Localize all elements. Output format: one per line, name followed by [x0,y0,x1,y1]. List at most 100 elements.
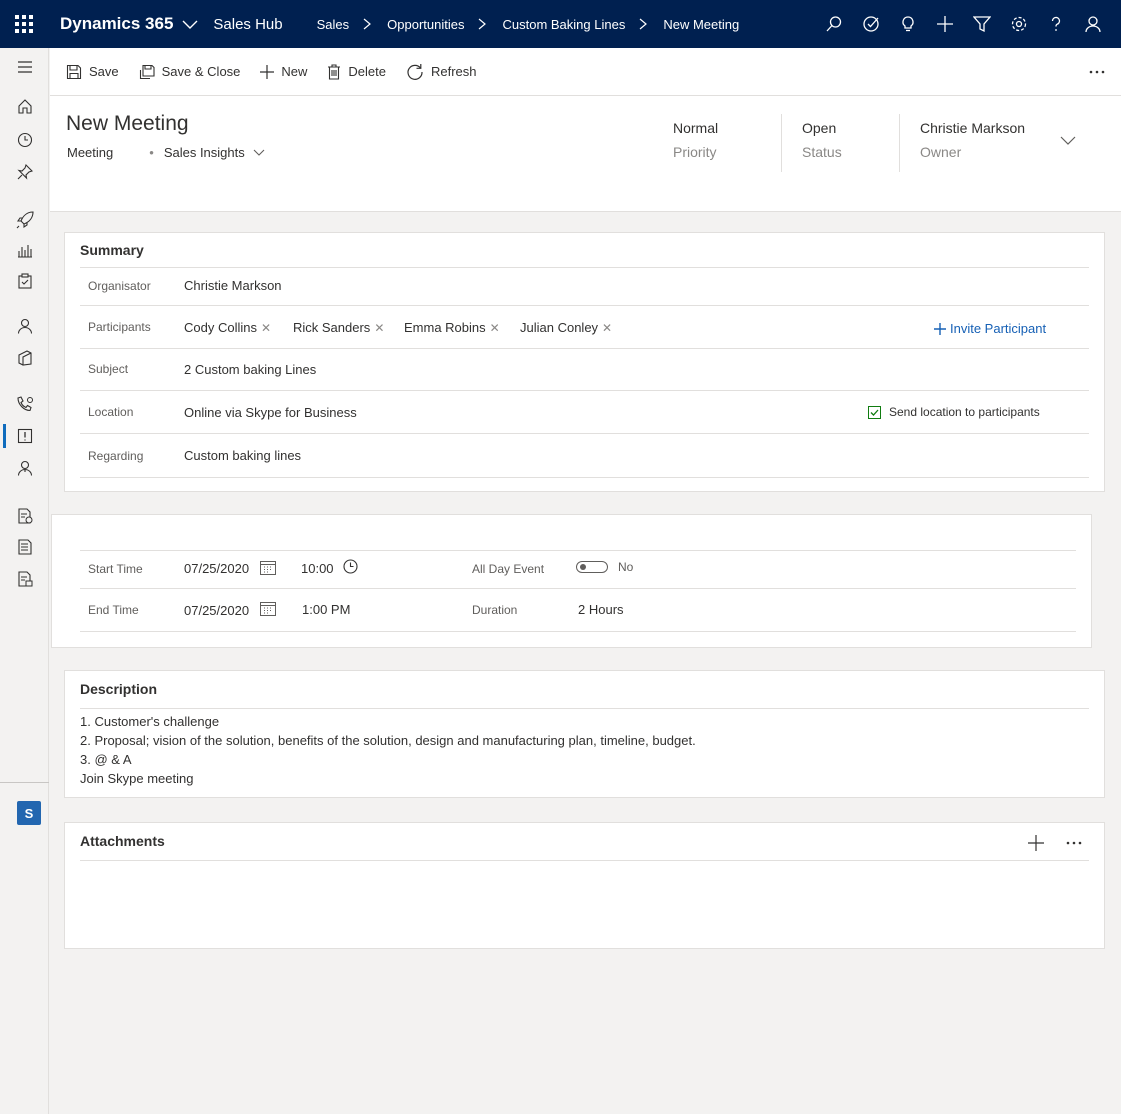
subject-value[interactable]: 2 Custom baking Lines [184,362,316,377]
delete-button[interactable]: Delete [327,63,386,80]
area-switcher[interactable]: S [17,801,41,825]
save-close-button[interactable]: Save & Close [139,64,241,80]
more-commands-icon[interactable] [1087,62,1107,82]
remove-icon[interactable]: ✕ [490,321,500,335]
invoice-icon[interactable] [0,564,49,594]
location-value[interactable]: Online via Skype for Business [184,405,357,420]
participant-chip[interactable]: Rick Sanders ✕ [293,320,384,335]
attachments-title: Attachments [80,833,165,849]
description-line: 2. Proposal; vision of the solution, ben… [80,733,696,748]
calendar-icon[interactable] [260,560,276,575]
help-icon[interactable] [1037,0,1074,48]
assistant-icon[interactable] [852,0,889,48]
chevron-down-icon[interactable] [1060,136,1076,146]
document-icon[interactable] [0,532,49,562]
owner-value[interactable]: Christie Markson [920,120,1025,136]
duration-value[interactable]: 2 Hours [578,602,624,617]
hamburger-icon[interactable] [0,52,49,82]
priority-label: Priority [673,144,717,160]
organiser-value[interactable]: Christie Markson [184,278,282,293]
remove-icon[interactable]: ✕ [261,321,271,335]
send-location-checkbox[interactable]: Send location to participants [868,405,1040,419]
dashboard-icon[interactable] [0,235,49,265]
page-title: New Meeting [66,112,189,135]
save-close-label: Save & Close [161,64,241,79]
location-row: Location Online via Skype for Business S… [80,390,1089,433]
breadcrumb-sales[interactable]: Sales [317,17,350,32]
activity-icon[interactable] [0,421,49,451]
separator-dot: • [149,145,154,160]
breadcrumb-current[interactable]: New Meeting [663,17,739,32]
start-time-value[interactable]: 10:00 [301,561,334,576]
user-icon[interactable] [1074,0,1111,48]
refresh-label: Refresh [431,64,477,79]
app-launcher-icon[interactable] [0,0,48,48]
record-subtitle: Meeting • Sales Insights [67,145,265,160]
calendar-icon[interactable] [260,601,276,616]
plus-icon[interactable] [926,0,963,48]
end-time-value[interactable]: 1:00 PM [302,602,350,617]
chevron-down-icon[interactable] [181,15,199,33]
end-date-value[interactable]: 07/25/2020 [184,603,249,618]
app-name[interactable]: Dynamics 365 [60,14,173,34]
recent-icon[interactable] [0,125,49,155]
quote-icon[interactable] [0,501,49,531]
phone-call-icon[interactable] [0,389,49,419]
section-divider [80,860,1089,861]
filter-icon[interactable] [963,0,1000,48]
participant-chip[interactable]: Emma Robins ✕ [404,320,500,335]
rocket-icon[interactable] [0,205,49,235]
organiser-row: Organisator Christie Markson [80,267,1089,305]
regarding-label: Regarding [88,449,144,463]
chevron-down-icon[interactable] [253,149,265,157]
lightbulb-icon[interactable] [889,0,926,48]
all-day-value: No [618,560,634,574]
description-line: 3. @ & A [80,752,132,767]
participant-chip[interactable]: Julian Conley ✕ [520,320,612,335]
breadcrumb-opportunities[interactable]: Opportunities [387,17,464,32]
search-icon[interactable] [815,0,852,48]
send-location-label: Send location to participants [889,405,1040,419]
schedule-section: Start Time 07/25/2020 10:00 All Day Even… [51,514,1092,648]
regarding-value[interactable]: Custom baking lines [184,448,301,463]
all-day-toggle[interactable] [576,561,608,573]
hub-name[interactable]: Sales Hub [213,16,282,33]
new-button[interactable]: New [260,64,307,79]
participant-name: Emma Robins [404,320,486,335]
more-options-icon[interactable] [1066,841,1082,845]
start-date-value[interactable]: 07/25/2020 [184,561,249,576]
clock-icon[interactable] [343,559,358,574]
top-bar: Dynamics 365 Sales Hub Sales Opportuniti… [0,0,1121,48]
attachments-section: Attachments [64,822,1105,949]
header-divider [899,114,900,172]
account-icon[interactable] [0,343,49,373]
owner-field: Christie Markson Owner [920,120,1025,160]
remove-icon[interactable]: ✕ [602,321,612,335]
participants-label: Participants [88,320,151,334]
description-title: Description [80,681,158,697]
add-attachment-icon[interactable] [1028,835,1044,851]
home-icon[interactable] [0,91,49,121]
refresh-button[interactable]: Refresh [406,63,477,81]
chevron-right-icon [639,18,649,30]
location-label: Location [88,405,134,419]
remove-icon[interactable]: ✕ [374,321,384,335]
pin-icon[interactable] [0,157,49,187]
invite-participant-button[interactable]: Invite Participant [934,321,1046,336]
form-selector[interactable]: Sales Insights [164,145,245,160]
save-button[interactable]: Save [66,64,119,80]
plus-icon [934,322,946,335]
entity-name: Meeting [67,145,114,160]
participant-chip[interactable]: Cody Collins ✕ [184,320,271,335]
owner-label: Owner [920,144,962,160]
description-line: 1. Customer's challenge [80,714,220,729]
gear-icon[interactable] [1000,0,1037,48]
breadcrumb-record[interactable]: Custom Baking Lines [502,17,625,32]
description-section: Description 1. Customer's challenge 2. P… [64,670,1105,798]
lead-icon[interactable] [0,453,49,483]
contact-icon[interactable] [0,311,49,341]
refresh-icon [407,63,423,80]
summary-section: Summary Organisator Christie Markson Par… [64,232,1105,492]
clipboard-icon[interactable] [0,266,49,296]
checkbox-checked-icon [868,405,881,419]
